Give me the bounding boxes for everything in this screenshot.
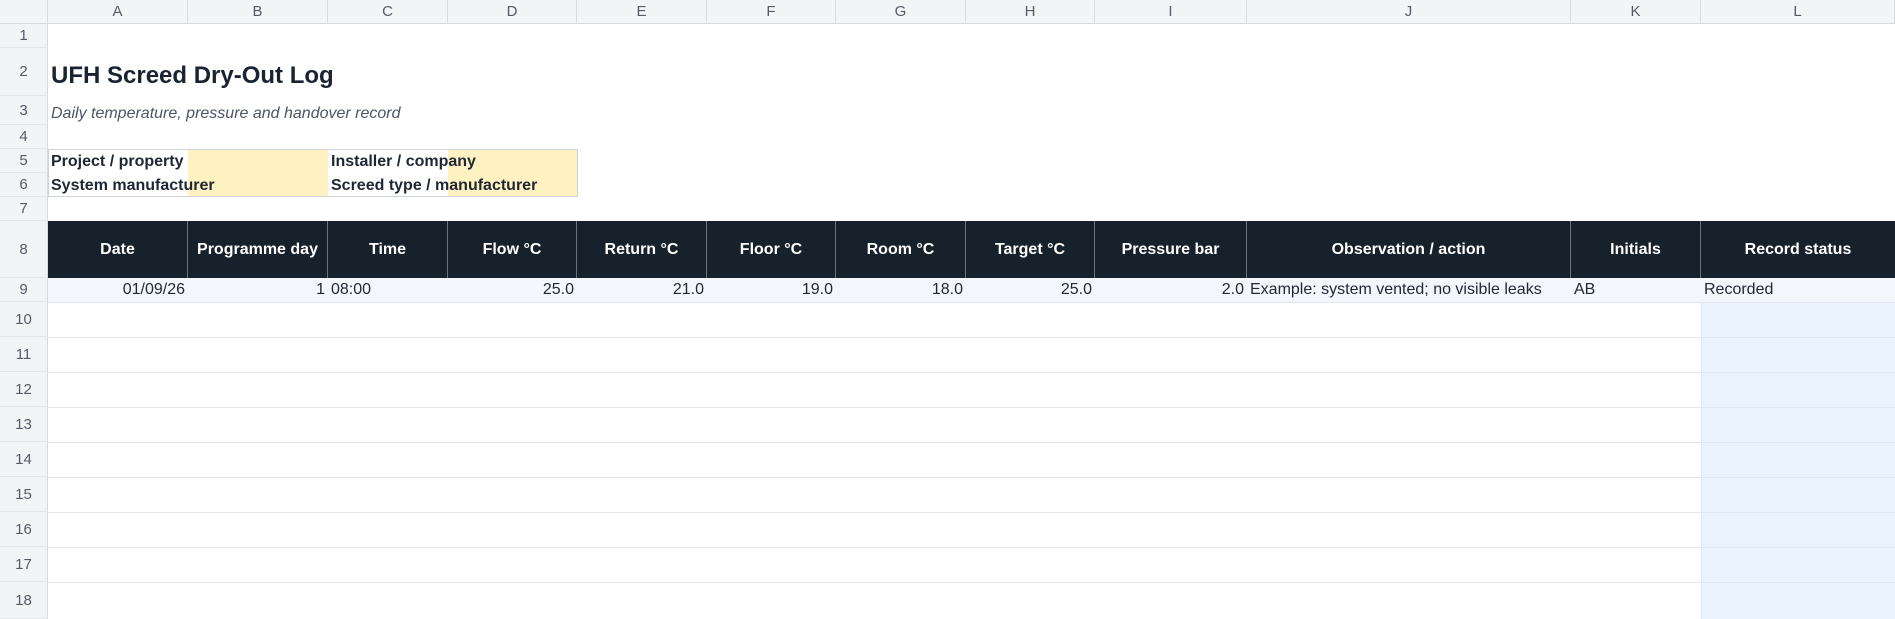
header-initials[interactable]: Initials (1571, 221, 1701, 278)
installer-company-label: Installer / company (331, 153, 476, 170)
column-header-b[interactable]: B (188, 0, 328, 24)
header-pressure[interactable]: Pressure bar (1095, 221, 1247, 278)
row-header-14[interactable]: 14 (0, 442, 48, 477)
column-header-h[interactable]: H (966, 0, 1095, 24)
row-header-16[interactable]: 16 (0, 512, 48, 547)
column-header-l[interactable]: L (1701, 0, 1895, 24)
sheet-subtitle: Daily temperature, pressure and handover… (51, 105, 401, 122)
row-header-9[interactable]: 9 (0, 278, 48, 302)
cell-programme-day[interactable]: 1 (188, 278, 328, 302)
project-property-label: Project / property (51, 153, 184, 170)
cell-target[interactable]: 25.0 (966, 278, 1095, 302)
row-header-18[interactable]: 18 (0, 582, 48, 619)
system-manufacturer-label: System manufacturer (51, 177, 215, 194)
column-header-j[interactable]: J (1247, 0, 1571, 24)
row-header-3[interactable]: 3 (0, 96, 48, 125)
header-date[interactable]: Date (48, 221, 188, 278)
row-header-7[interactable]: 7 (0, 197, 48, 221)
column-header-g[interactable]: G (836, 0, 966, 24)
cell-initials[interactable]: AB (1571, 278, 1701, 302)
row-header-8[interactable]: 8 (0, 221, 48, 278)
cell-flow[interactable]: 25.0 (448, 278, 577, 302)
sheet-title: UFH Screed Dry-Out Log (51, 62, 334, 89)
row-header-6[interactable]: 6 (0, 173, 48, 197)
row-header-5[interactable]: 5 (0, 149, 48, 173)
column-header-d[interactable]: D (448, 0, 577, 24)
column-header-f[interactable]: F (707, 0, 836, 24)
cell-observation[interactable]: Example: system vented; no visible leaks (1247, 278, 1571, 302)
header-programme-day[interactable]: Programme day (188, 221, 328, 278)
record-status-column-fill (1701, 302, 1895, 619)
cell-room[interactable]: 18.0 (836, 278, 966, 302)
column-header-k[interactable]: K (1571, 0, 1701, 24)
row-header-17[interactable]: 17 (0, 547, 48, 582)
header-record-status[interactable]: Record status (1701, 221, 1895, 278)
cell-date[interactable]: 01/09/26 (48, 278, 188, 302)
row-header-10[interactable]: 10 (0, 302, 48, 337)
header-target[interactable]: Target °C (966, 221, 1095, 278)
cell-record-status[interactable]: Recorded (1701, 278, 1895, 302)
select-all-corner[interactable] (0, 0, 48, 24)
row-header-13[interactable]: 13 (0, 407, 48, 442)
row-header-11[interactable]: 11 (0, 337, 48, 372)
header-return[interactable]: Return °C (577, 221, 707, 278)
column-header-e[interactable]: E (577, 0, 707, 24)
header-room[interactable]: Room °C (836, 221, 966, 278)
row-header-1[interactable]: 1 (0, 24, 48, 48)
spreadsheet-grid: A B C D E F G H I J K L 1 2 3 4 5 6 7 8 … (0, 0, 1895, 619)
header-time[interactable]: Time (328, 221, 448, 278)
header-observation[interactable]: Observation / action (1247, 221, 1571, 278)
screed-type-label: Screed type / manufacturer (331, 177, 538, 194)
cell-pressure[interactable]: 2.0 (1095, 278, 1247, 302)
row-header-2[interactable]: 2 (0, 48, 48, 96)
cell-return[interactable]: 21.0 (577, 278, 707, 302)
header-flow[interactable]: Flow °C (448, 221, 577, 278)
column-header-a[interactable]: A (48, 0, 188, 24)
row-header-12[interactable]: 12 (0, 372, 48, 407)
header-floor[interactable]: Floor °C (707, 221, 836, 278)
column-header-c[interactable]: C (328, 0, 448, 24)
row-header-15[interactable]: 15 (0, 477, 48, 512)
cell-time[interactable]: 08:00 (328, 278, 448, 302)
row-header-4[interactable]: 4 (0, 125, 48, 149)
column-header-i[interactable]: I (1095, 0, 1247, 24)
cell-floor[interactable]: 19.0 (707, 278, 836, 302)
